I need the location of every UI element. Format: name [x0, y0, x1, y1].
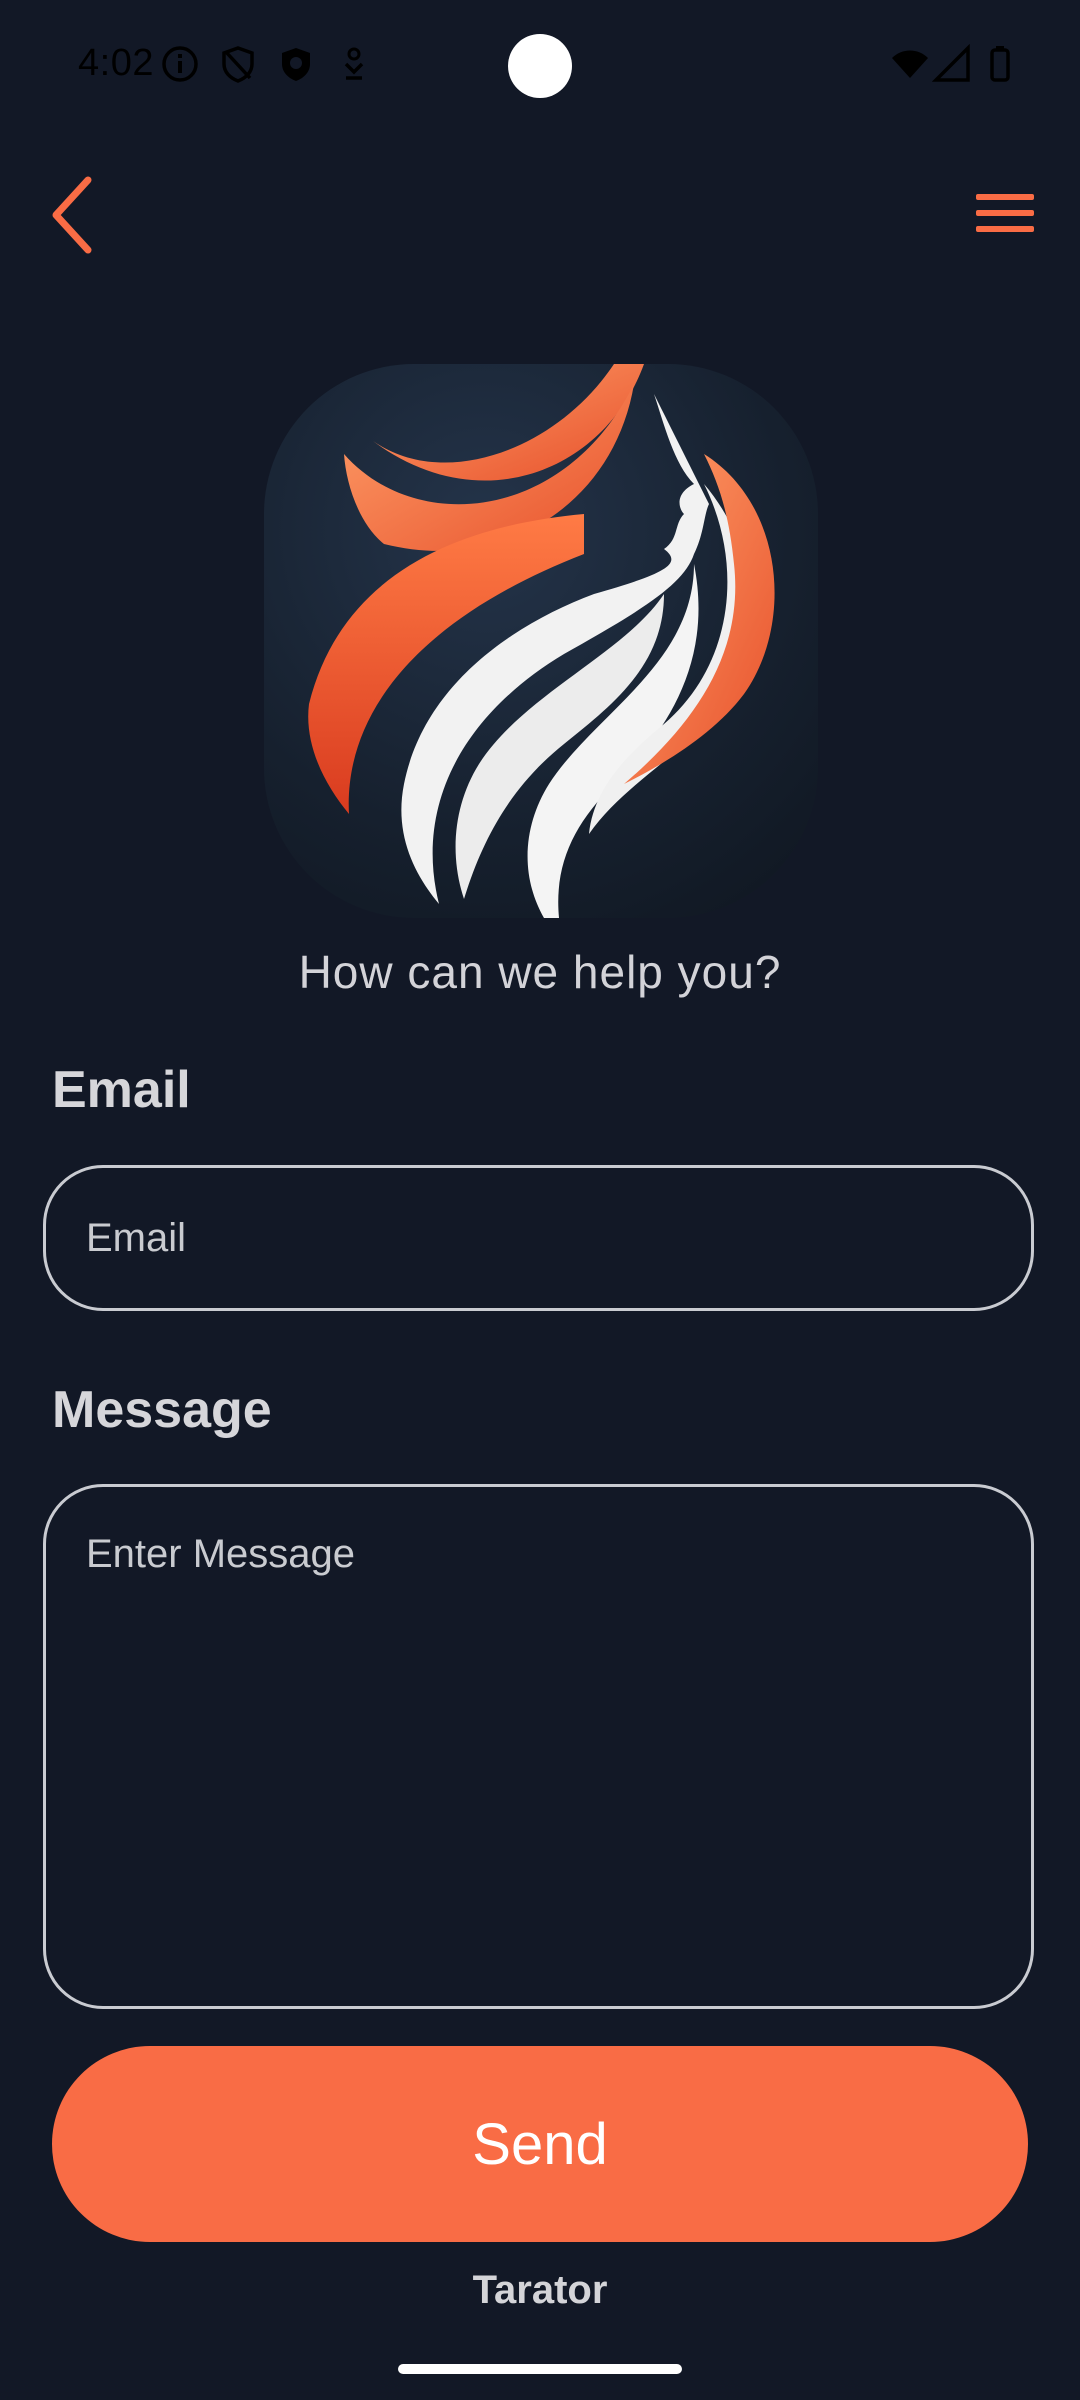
signal-icon — [932, 44, 970, 82]
message-field[interactable] — [43, 1484, 1034, 2009]
wifi-icon — [892, 50, 928, 78]
help-subtitle: How can we help you? — [298, 946, 782, 998]
contact-screen: 4:02 How can we help you? Email Email Me… — [0, 0, 1080, 2400]
home-indicator[interactable] — [398, 2364, 682, 2374]
send-button[interactable]: Send — [52, 2046, 1028, 2242]
status-time: 4:02 — [78, 42, 154, 84]
footer-brand: Tarator — [472, 2268, 608, 2312]
shield-icon — [222, 46, 254, 83]
vpn-shield-icon — [282, 48, 310, 81]
info-icon — [162, 46, 198, 82]
message-label: Message — [52, 1381, 272, 1439]
email-field[interactable] — [43, 1165, 1034, 1311]
battery-icon — [990, 46, 1010, 82]
chevron-left-icon — [52, 176, 92, 254]
hamburger-menu-icon — [976, 194, 1034, 232]
menu-button[interactable] — [970, 184, 1040, 244]
back-button[interactable] — [44, 170, 104, 260]
camera-cutout — [508, 34, 572, 98]
hair-silhouette-logo-icon — [308, 364, 775, 918]
app-logo — [264, 364, 818, 918]
email-label: Email — [52, 1061, 191, 1119]
download-icon — [344, 47, 364, 80]
